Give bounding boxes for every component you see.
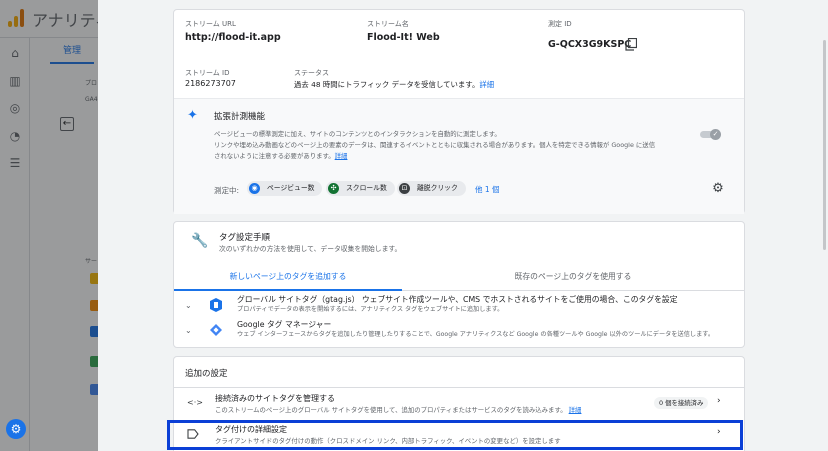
selection-highlight — [167, 420, 743, 450]
chip-page-views: ◉ ページビュー数 — [247, 181, 323, 196]
additional-settings-heading: 追加の設定 — [185, 369, 228, 379]
copy-icon[interactable] — [625, 38, 637, 51]
status-text: 過去 48 時間にトラフィック データを受信しています。詳細 — [294, 79, 494, 90]
measuring-label: 測定中: — [214, 186, 240, 195]
enhanced-details-link[interactable]: 詳細 — [335, 152, 348, 160]
status-value: 過去 48 時間にトラフィック データを受信しています。 — [294, 80, 480, 89]
status-label: ステータス — [294, 69, 329, 77]
more-events-link[interactable]: 他 1 個 — [475, 184, 500, 195]
tagging-tabs: 新しいページ上のタグを追加する 既存のページ上のタグを使用する — [174, 266, 744, 291]
check-icon: ✓ — [710, 129, 721, 140]
tab-add-new-tag[interactable]: 新しいページ上のタグを追加する — [174, 266, 402, 291]
chevron-right-icon[interactable]: › — [717, 396, 721, 406]
enhanced-desc-line: ページビューの標準測定に加え、サイトのコンテンツとのインタラクションを自動的に測… — [214, 130, 501, 138]
manage-connected-site-tags-title: 接続済みのサイトタグを管理する — [215, 394, 335, 403]
tagging-instructions-title: タグ設定手順 — [219, 233, 271, 243]
tagging-instructions-card: 🔧 タグ設定手順 次のいずれかの方法を使用して、データ収集を開始します。 新しい… — [173, 221, 745, 348]
gtm-title: Google タグ マネージャー — [237, 320, 332, 329]
chip-outbound-clicks: ⊡ 離脱クリック — [397, 181, 466, 196]
chevron-down-icon[interactable]: ⌄ — [185, 301, 192, 310]
eye-icon: ◉ — [249, 183, 260, 194]
enhanced-measurement-section: ✦ 拡張計測機能 ページビューの標準測定に加え、サイトのコンテンツとのインタラク… — [174, 98, 744, 214]
details-link[interactable]: 詳細 — [569, 406, 582, 414]
gtag-icon — [210, 298, 222, 312]
chevron-down-icon[interactable]: ⌄ — [185, 326, 192, 335]
gear-icon[interactable]: ⚙ — [711, 182, 725, 196]
stream-url-value: http://flood-it.app — [185, 32, 281, 43]
chip-label: ページビュー数 — [267, 184, 315, 192]
row-desc-text: このストリームのページ上のグローバル サイトタグを使用して、追加のプロパティまた… — [215, 406, 567, 414]
web-stream-details-drawer: ストリーム URL http://flood-it.app ストリーム名 Flo… — [98, 0, 828, 451]
enhanced-desc-line: リンクや埋め込み動画などのページ上の要素のデータは、関連するイベントとともに収集… — [214, 141, 656, 149]
scrollbar[interactable] — [823, 40, 826, 250]
wrench-icon: 🔧 — [191, 233, 209, 249]
connected-count-badge: 0 個を接続済み — [654, 397, 709, 409]
additional-settings-card: 追加の設定 <·> 接続済みのサイトタグを管理する このストリームのページ上のグ… — [167, 356, 745, 451]
stream-details-card: ストリーム URL http://flood-it.app ストリーム名 Flo… — [173, 9, 745, 214]
measurement-id-label: 測定 ID — [548, 20, 572, 28]
scroll-icon: ✣ — [328, 183, 339, 194]
gtm-row[interactable]: ⌄ Google タグ マネージャー ウェブ インターフェースからタグを追加した… — [174, 319, 744, 343]
tag-manager-icon — [210, 324, 222, 336]
tagging-instructions-subtitle: 次のいずれかの方法を使用して、データ収集を開始します。 — [219, 245, 402, 253]
code-icon: <·> — [187, 398, 203, 407]
stream-id-label: ストリーム ID — [185, 69, 230, 77]
chip-label: スクロール数 — [346, 184, 387, 192]
lock-icon: ⊡ — [399, 183, 410, 194]
sparkle-icon: ✦ — [187, 108, 198, 123]
tab-use-existing-tag[interactable]: 既存のページ上のタグを使用する — [402, 266, 744, 291]
enhanced-measurement-title: 拡張計測機能 — [214, 112, 266, 122]
gtag-title: グローバル サイトタグ（gtag.js） ウェブサイト作成ツールや、CMS でホ… — [237, 295, 678, 304]
measurement-id-value: G-QCX3G9KSPC — [548, 39, 632, 50]
stream-name-value: Flood-It! Web — [367, 32, 440, 43]
manage-connected-site-tags-description: このストリームのページ上のグローバル サイトタグを使用して、追加のプロパティまた… — [215, 405, 581, 414]
enhanced-measurement-description: ページビューの標準測定に加え、サイトのコンテンツとのインタラクションを自動的に測… — [214, 129, 704, 162]
chip-scrolls: ✣ スクロール数 — [326, 181, 395, 196]
settings-gear-icon[interactable]: ⚙ — [6, 419, 26, 439]
enhanced-measurement-toggle[interactable]: ✓ — [699, 129, 721, 140]
stream-name-label: ストリーム名 — [367, 20, 409, 28]
gtag-description: プロパティでデータの表示を開始するには、アナリティクス タグをウェブサイトに追加… — [237, 306, 504, 313]
gtag-row[interactable]: ⌄ グローバル サイトタグ（gtag.js） ウェブサイト作成ツールや、CMS … — [174, 294, 744, 318]
manage-connected-site-tags-row[interactable]: <·> 接続済みのサイトタグを管理する このストリームのページ上のグローバル サ… — [174, 389, 744, 418]
stream-id-value: 2186273707 — [185, 79, 236, 88]
status-details-link[interactable]: 詳細 — [479, 80, 494, 89]
stream-url-label: ストリーム URL — [185, 20, 236, 28]
divider — [174, 387, 744, 388]
chip-label: 離脱クリック — [417, 184, 458, 192]
enhanced-desc-line: されないように注意する必要があります。 — [214, 152, 335, 160]
gtm-description: ウェブ インターフェースからタグを追加したり管理したりすることで、Google … — [237, 331, 715, 338]
